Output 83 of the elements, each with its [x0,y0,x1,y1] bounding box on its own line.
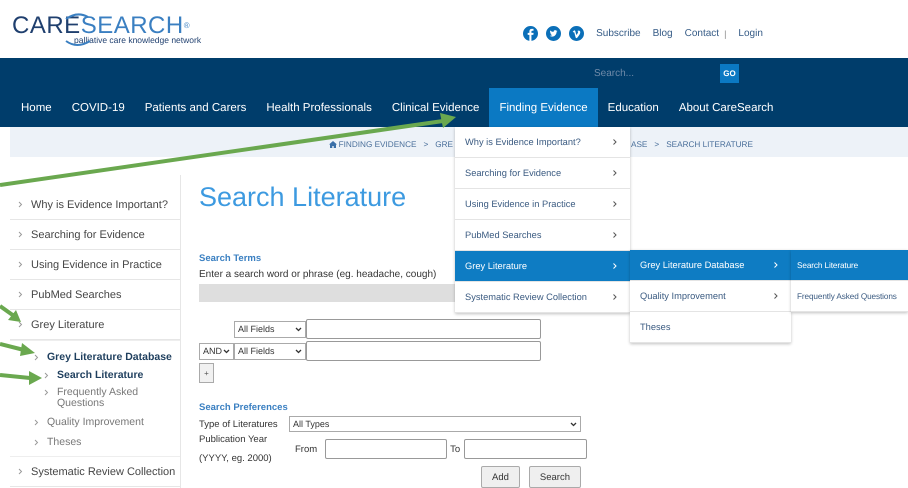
page-title: Search Literature [199,181,406,213]
sidebar-link[interactable]: Using Evidence in Practice [31,258,162,270]
menu-item[interactable]: Search Literature [791,250,908,281]
breadcrumb-link[interactable]: FINDING EVIDENCE [338,140,416,149]
query-field[interactable] [306,319,541,339]
chevron-icon [18,261,23,268]
menu-item[interactable]: Searching for Evidence [455,158,630,189]
nav-item[interactable]: Patients and Carers [134,88,256,127]
sidebar-link[interactable]: Quality Improvement [47,416,144,428]
chevron-icon [18,468,23,475]
nav-item[interactable]: Home [11,88,62,127]
sidebar-link[interactable]: Systematic Review Collection [31,466,176,478]
dropdown-field[interactable]: AND [199,342,234,360]
annotation-arrow [0,371,42,385]
menu-item[interactable]: Why is Evidence Important? [455,127,630,158]
caret-icon [295,326,302,332]
nav-item[interactable]: Education [598,88,669,127]
chevron-icon [18,231,23,238]
caret-icon [570,422,577,426]
chevron-icon [18,291,23,298]
chevron-icon [44,389,49,396]
chevron-icon [34,354,39,361]
breadcrumb-separator: > [654,140,660,149]
nav-item[interactable]: Clinical Evidence [382,88,490,127]
vimeo-icon[interactable] [569,26,584,41]
sidebar-link[interactable]: Grey Literature [31,318,104,330]
sidebar-link[interactable]: Frequently Asked Questions [57,387,144,409]
link-separator: | [724,28,726,38]
go-button[interactable]: GO [720,64,739,82]
chevron-icon [18,201,23,208]
sidebar-link[interactable]: Search Literature [57,370,144,381]
add-row-button[interactable]: + [199,363,214,383]
menu-item[interactable]: Using Evidence in Practice [455,189,630,220]
caret-icon [295,348,302,354]
field-label: From [295,444,318,454]
chevron-icon [18,321,23,328]
sidebar-link[interactable]: Grey Literature Database [47,351,172,363]
field-label: Publication Year [199,434,268,445]
chevron-icon [34,419,39,426]
year-from-field[interactable] [325,439,448,459]
dropdown-field[interactable]: All Types [289,416,581,432]
header-link[interactable]: Login [738,28,763,39]
nav-item[interactable]: Health Professionals [256,88,382,127]
sidebar-link[interactable]: PubMed Searches [31,288,122,300]
logo-wordmark[interactable]: CARESEARCH® [12,14,202,38]
annotation-arrow [0,342,35,356]
dropdown-field[interactable]: All Fields [234,320,306,338]
breadcrumb-separator: > [423,140,428,149]
breadcrumb-link[interactable]: ASE [631,140,648,149]
breadcrumb-link[interactable]: SEARCH LITERATURE [666,140,753,149]
breadcrumb-link[interactable]: GRE [435,140,453,149]
year-to-field[interactable] [464,439,588,459]
sidebar-link[interactable]: Why is Evidence Important? [31,198,168,210]
dropdown-field[interactable]: All Fields [234,342,306,360]
menu-item[interactable]: Frequently Asked Questions [791,281,908,312]
instruction-text: Enter a search word or phrase (eg. headache, cough) [199,269,438,280]
query-field[interactable] [306,341,541,361]
header-link[interactable]: Contact [684,28,720,39]
header-link[interactable]: Subscribe [596,28,641,39]
header-link[interactable]: Blog [652,28,673,39]
sidebar-link[interactable]: Searching for Evidence [31,228,145,240]
twitter-icon[interactable] [546,26,562,41]
field-label: To [450,444,460,454]
logo-tagline: palliative care knowledge network [74,35,202,45]
chevron-icon [34,439,39,446]
action-button[interactable]: Search [528,466,581,488]
facebook-icon[interactable] [523,26,538,41]
hint-text: (YYYY, eg. 2000) [199,453,273,464]
nav-item[interactable]: Finding Evidence [489,88,598,127]
menu-item[interactable]: Theses [630,312,791,343]
home-icon[interactable] [328,141,337,148]
nav-item[interactable]: About CareSearch [668,88,784,127]
caret-icon [223,348,230,354]
sidebar-link[interactable]: Theses [47,436,82,448]
menu-item[interactable]: Grey Literature [455,251,630,282]
section-heading: Search Preferences [199,402,289,413]
field-label: Type of Literatures [199,418,279,430]
annotation-arrow [0,304,21,322]
menu-item[interactable]: Grey Literature Database [630,250,791,281]
nav-item[interactable]: COVID-19 [62,88,135,127]
section-heading: Search Terms [199,253,262,264]
action-button[interactable]: Add [480,466,520,488]
chevron-icon [44,372,49,379]
